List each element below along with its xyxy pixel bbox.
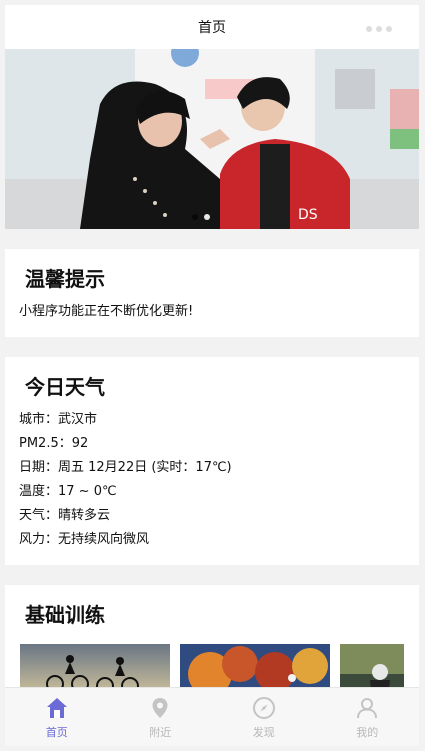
weather-condition: 天气：晴转多云: [19, 508, 111, 523]
capsule-dot: [386, 26, 392, 32]
capsule-dot: [366, 26, 372, 32]
tips-text: 小程序功能正在不断优化更新!: [19, 304, 194, 319]
home-icon: [46, 698, 67, 718]
capsule-dot: [376, 26, 382, 32]
weather-wind: 风力：无持续风向微风: [19, 532, 150, 547]
tab-home[interactable]: 首页: [5, 688, 109, 746]
tips-title: 温馨提示: [25, 267, 105, 291]
tab-nearby[interactable]: 附近: [109, 688, 213, 746]
navigation-bar: 首页: [5, 5, 419, 49]
section-divider: [5, 565, 419, 585]
tips-card: 温馨提示 小程序功能正在不断优化更新!: [5, 249, 419, 337]
tab-home-label: 首页: [45, 726, 68, 739]
location-icon: [152, 698, 168, 718]
tab-nearby-label: 附近: [149, 726, 172, 739]
phone-screen: 首页 DS 温馨提示 小程序功能正在不断优化更新! 今日天气 城市：武汉市 PM…: [5, 5, 419, 746]
user-icon: [357, 698, 378, 719]
weather-pm25: PM2.5：92: [19, 436, 89, 451]
weather-temperature: 温度：17 ~ 0℃: [19, 484, 117, 499]
svg-text:DS: DS: [298, 207, 318, 223]
banner-image: DS: [5, 49, 419, 229]
tab-bar: 首页 附近 发现 我的: [5, 687, 419, 746]
weather-card: 今日天气 城市：武汉市 PM2.5：92 日期：周五 12月22日 (实时：17…: [5, 357, 419, 565]
weather-city: 城市：武汉市: [19, 412, 98, 427]
section-divider: [5, 229, 419, 249]
weather-date: 日期：周五 12月22日 (实时：17℃): [19, 460, 232, 475]
tab-profile[interactable]: 我的: [316, 688, 420, 746]
banner-carousel[interactable]: DS: [5, 49, 419, 229]
menu-capsule[interactable]: [349, 18, 409, 40]
weather-title: 今日天气: [25, 375, 105, 399]
tab-discover[interactable]: 发现: [212, 688, 316, 746]
tab-discover-label: 发现: [252, 726, 275, 739]
compass-icon: [252, 697, 275, 719]
section-divider: [5, 337, 419, 357]
training-title: 基础训练: [25, 603, 105, 627]
tab-profile-label: 我的: [356, 726, 379, 739]
